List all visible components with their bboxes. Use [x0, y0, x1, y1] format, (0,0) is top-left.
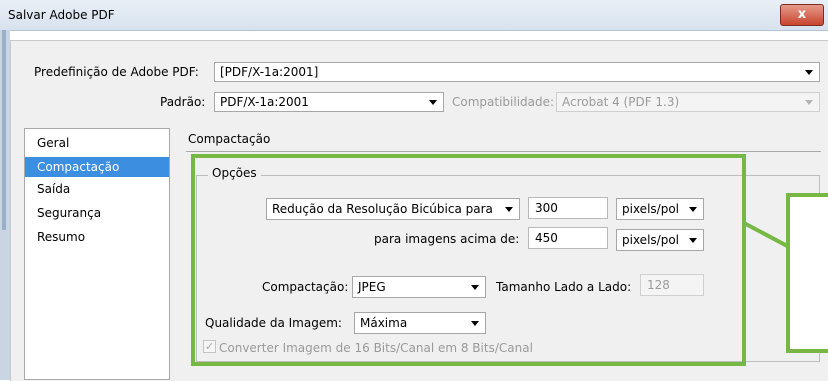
standard-select[interactable]: PDF/X-1a:2001 — [214, 92, 444, 112]
preset-select[interactable]: [PDF/X-1a:2001] — [214, 62, 820, 82]
close-button[interactable]: x — [780, 4, 824, 26]
chevron-down-icon — [805, 70, 813, 75]
window-title: Salvar Adobe PDF — [8, 8, 115, 22]
sidebar-item-geral[interactable]: Geral — [25, 133, 169, 153]
title-bar: Salvar Adobe PDF x — [0, 0, 828, 31]
sidebar: Geral Compactação Saída Segurança Resumo — [24, 128, 170, 380]
sidebar-item-resumo[interactable]: Resumo — [25, 227, 169, 247]
sidebar-item-saida[interactable]: Saída — [25, 179, 169, 199]
callout-box — [786, 193, 828, 353]
compatibility-label: Compatibilidade: — [452, 95, 555, 109]
chevron-down-icon — [429, 100, 437, 105]
close-icon: x — [797, 7, 807, 22]
highlight-box — [191, 154, 746, 366]
compatibility-select[interactable]: Acrobat 4 (PDF 1.3) — [556, 92, 820, 112]
window-frame-left — [0, 30, 10, 380]
section-title: Compactação — [188, 132, 271, 146]
standard-label: Padrão: — [160, 95, 206, 109]
chevron-down-icon — [805, 100, 813, 105]
sidebar-item-seguranca[interactable]: Segurança — [25, 203, 169, 223]
sidebar-item-compactacao[interactable]: Compactação — [25, 157, 169, 177]
preset-label: Predefinição de Adobe PDF: — [34, 65, 199, 79]
